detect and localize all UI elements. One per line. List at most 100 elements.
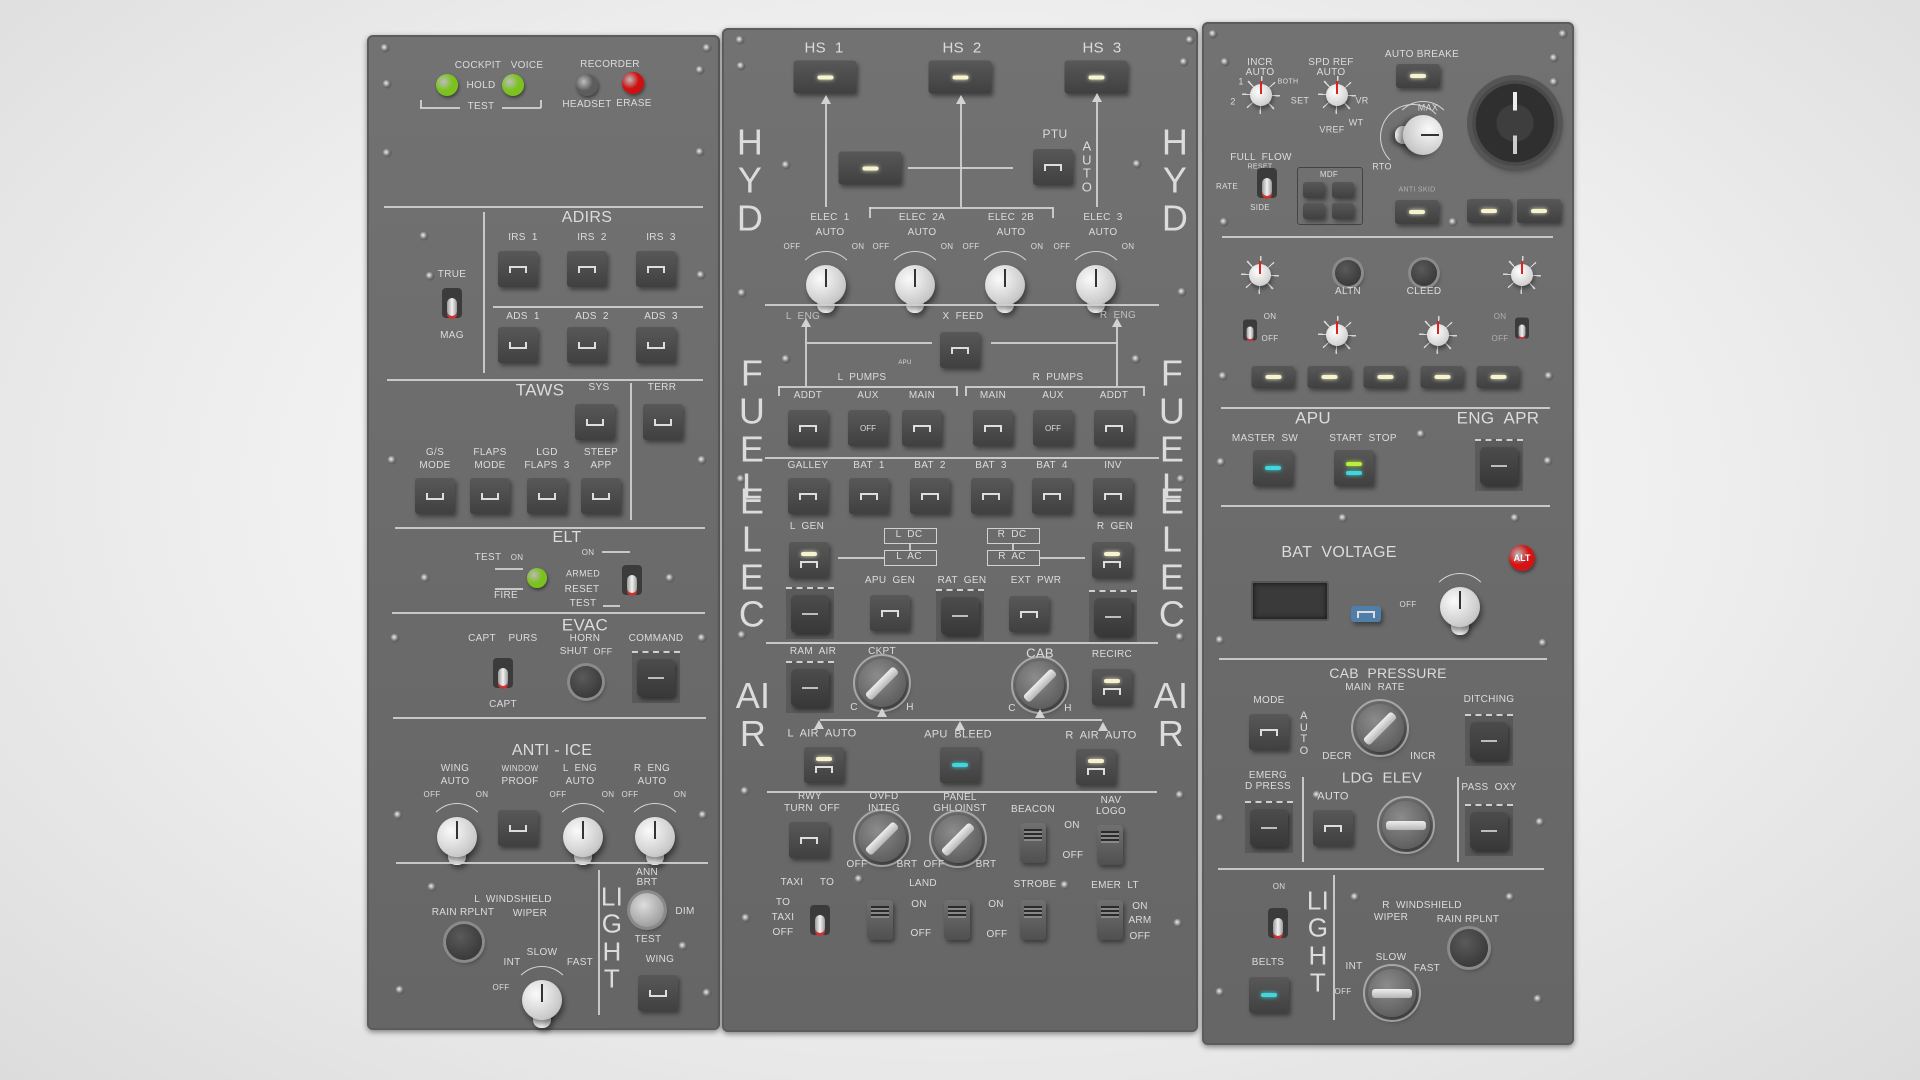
emerg-depress-guarded-button[interactable] (1245, 801, 1293, 853)
bleed-r-toggle[interactable] (1515, 317, 1529, 339)
elec-pump-3-knob[interactable] (985, 265, 1025, 313)
evac-command-guarded-button[interactable] (632, 651, 680, 703)
bat-voltage-knob[interactable] (1440, 587, 1480, 635)
cleed-button[interactable] (1411, 260, 1437, 286)
belts-button[interactable] (1249, 977, 1289, 1013)
irs-2-button[interactable] (567, 251, 607, 287)
anti-skid-button[interactable] (1395, 200, 1439, 224)
bleed-knob-r2[interactable] (1419, 316, 1457, 354)
hs-3-button[interactable] (1064, 60, 1128, 94)
ads-2-button[interactable] (567, 327, 607, 363)
irs-1-button[interactable] (498, 251, 538, 287)
bleed-knob-r[interactable] (1503, 256, 1541, 294)
fuel-pump-2-button[interactable]: OFF (848, 410, 888, 446)
altn-button[interactable] (1335, 260, 1361, 286)
belts-toggle[interactable] (1268, 908, 1288, 938)
bleed-l-toggle[interactable] (1243, 319, 1257, 341)
beacon-rocker[interactable] (1020, 823, 1046, 863)
cab-temp-dial[interactable] (1011, 656, 1069, 714)
l-rain-repellent-button[interactable] (446, 924, 482, 960)
true-mag-toggle[interactable] (442, 288, 462, 318)
taxi-to-toggle[interactable] (810, 905, 830, 935)
panel-ghloinst-dial[interactable] (929, 810, 987, 868)
apu-master-button[interactable] (1253, 450, 1293, 486)
cab-rate-dial[interactable] (1351, 699, 1409, 757)
auto-brake-button[interactable] (1396, 64, 1440, 88)
bleed-row-button-5[interactable] (1476, 366, 1520, 388)
ditching-guarded-button[interactable] (1465, 714, 1513, 766)
elec-load-3-button[interactable] (910, 478, 950, 514)
cab-mode-button[interactable] (1249, 714, 1289, 750)
wing-light-button[interactable] (638, 975, 678, 1011)
recirc-button[interactable] (1092, 669, 1132, 705)
strobe-rocker[interactable] (1020, 900, 1046, 940)
x-feed-button[interactable] (940, 332, 980, 368)
bat-voltage-select-button[interactable] (1351, 606, 1381, 622)
elec-load-5-button[interactable] (1032, 478, 1072, 514)
elec-load-4-button[interactable] (971, 478, 1011, 514)
elec-load-2-button[interactable] (849, 478, 889, 514)
fuel-pump-5-button[interactable]: OFF (1033, 410, 1073, 446)
r-rain-repellent-button[interactable] (1450, 929, 1488, 967)
anti-ice-r-eng-knob[interactable] (635, 817, 675, 865)
ram-air-guarded-button[interactable] (786, 661, 834, 713)
apu-gen-button[interactable] (870, 595, 910, 631)
bleed-knob-l2[interactable] (1318, 316, 1356, 354)
bleed-row-button-2[interactable] (1307, 366, 1351, 388)
taws-terr-button[interactable] (643, 404, 683, 440)
l-air-button[interactable] (804, 747, 844, 783)
ckpt-temp-dial[interactable] (853, 654, 911, 712)
fuel-pump-3-button[interactable] (902, 410, 942, 446)
anti-ice-l-eng-knob[interactable] (563, 817, 603, 865)
nav-logo-rocker[interactable] (1097, 825, 1123, 865)
rat-gen-guarded-button[interactable] (936, 589, 984, 641)
taws-flaps-mode-button[interactable] (470, 478, 510, 514)
ads-1-button[interactable] (498, 327, 538, 363)
bleed-row-button-4[interactable] (1420, 366, 1464, 388)
ldg-elev-auto-button[interactable] (1313, 810, 1353, 846)
elt-mode-toggle[interactable] (622, 565, 642, 595)
elec-pump-4-knob[interactable] (1076, 265, 1116, 313)
r-wiper-knob[interactable] (1363, 964, 1421, 1022)
bleed-row-button-1[interactable] (1251, 366, 1295, 388)
eng-apr-guarded-button[interactable] (1475, 439, 1523, 491)
elec-pump-2-knob[interactable] (895, 265, 935, 313)
ext-pwr-button[interactable] (1009, 596, 1049, 632)
recorder-erase-button[interactable] (622, 72, 644, 94)
evac-horn-shutoff-button[interactable] (570, 666, 602, 698)
ovfd-integ-dial[interactable] (853, 809, 911, 867)
ads-3-button[interactable] (636, 327, 676, 363)
bleed-row-button-3[interactable] (1363, 366, 1407, 388)
brake-button-3[interactable] (1517, 199, 1561, 223)
fuel-pump-1-button[interactable] (788, 410, 828, 446)
fuel-pump-4-button[interactable] (973, 410, 1013, 446)
mdf-button-2[interactable] (1332, 182, 1354, 198)
apu-bleed-button[interactable] (940, 747, 980, 783)
brake-button-2[interactable] (1467, 199, 1511, 223)
r-bus-guarded-button[interactable] (1089, 590, 1137, 642)
hs-2-button[interactable] (928, 60, 992, 94)
ann-brt-dim-test-button[interactable] (630, 893, 664, 927)
l-gen-button[interactable] (789, 542, 829, 578)
land-l-rocker[interactable] (867, 900, 893, 940)
fuel-pump-6-button[interactable] (1094, 410, 1134, 446)
l-bus-guarded-button[interactable] (786, 587, 834, 639)
taws-sys-button[interactable] (575, 404, 615, 440)
taws-steep-app-button[interactable] (581, 478, 621, 514)
taws-gs-mode-button[interactable] (415, 478, 455, 514)
hyd-interconnect-button[interactable] (838, 151, 902, 185)
r-air-button[interactable] (1076, 749, 1116, 785)
window-proof-button[interactable] (498, 810, 538, 846)
cvr-voice-test-button[interactable] (502, 74, 524, 96)
ptu-button[interactable] (1033, 149, 1073, 185)
mdf-button-1[interactable] (1303, 182, 1325, 198)
evac-capt-purs-toggle[interactable] (493, 658, 513, 688)
l-wiper-knob[interactable] (522, 980, 562, 1028)
elec-load-6-button[interactable] (1093, 478, 1133, 514)
land-r-rocker[interactable] (944, 900, 970, 940)
elt-test-button[interactable] (527, 568, 547, 588)
taws-lgd-flaps-button[interactable] (527, 478, 567, 514)
mdf-button-3[interactable] (1303, 203, 1325, 219)
bleed-knob-l[interactable] (1241, 256, 1279, 294)
mdf-button-4[interactable] (1332, 203, 1354, 219)
